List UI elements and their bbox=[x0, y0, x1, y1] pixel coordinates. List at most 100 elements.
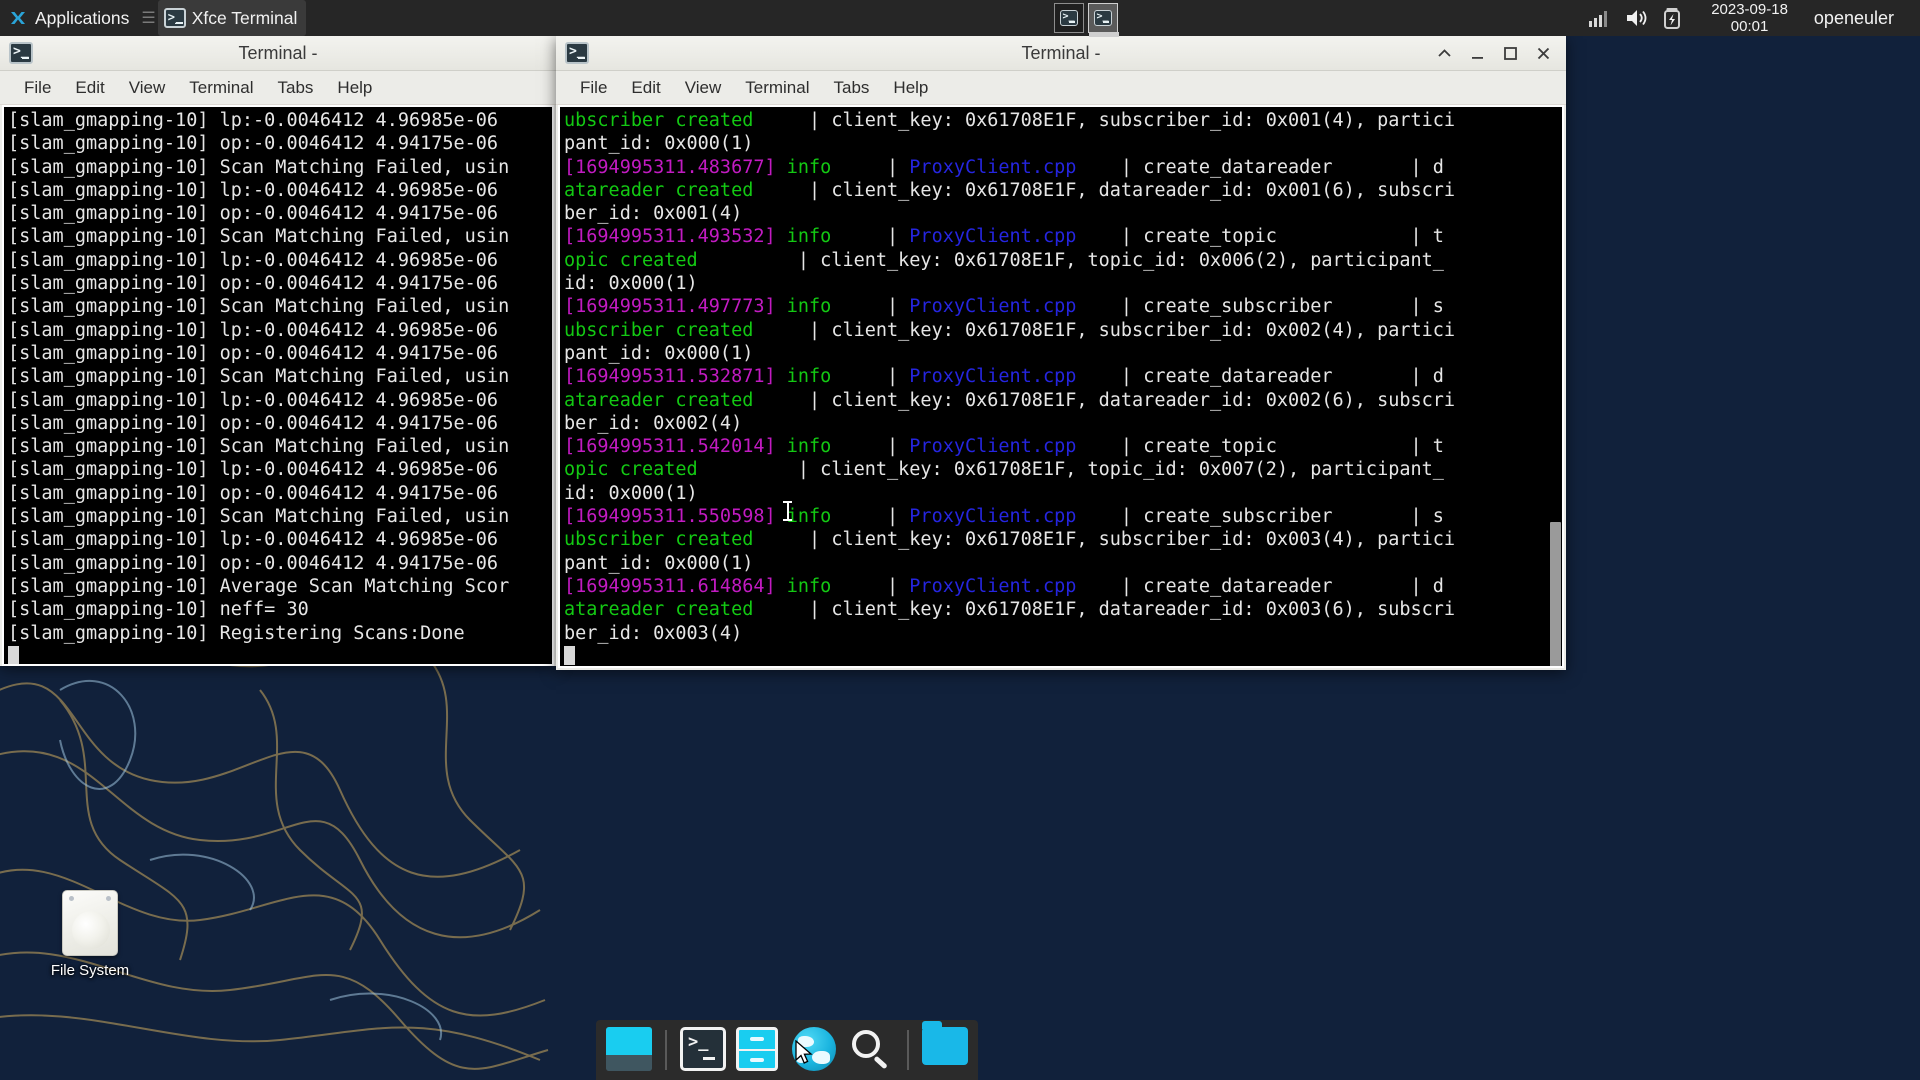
clock-time: 00:01 bbox=[1730, 18, 1769, 35]
xfce-logo-icon bbox=[8, 8, 28, 28]
terminal-line: pant_id: 0x000(1) bbox=[564, 133, 754, 155]
menu-edit[interactable]: Edit bbox=[63, 76, 116, 100]
terminal-line: ber_id: 0x001(4) bbox=[564, 203, 743, 225]
terminal-line: ubscriber created | client_key: 0x61708E… bbox=[564, 319, 1456, 341]
terminal-line: ber_id: 0x003(4) bbox=[564, 622, 743, 644]
dock-divider-2 bbox=[907, 1030, 909, 1070]
top-panel: Applications ☰ >_ Xfce Terminal 2023-09-… bbox=[0, 0, 1920, 37]
terminal-line: opic created | client_key: 0x61708E1F, t… bbox=[564, 249, 1444, 271]
close-icon[interactable] bbox=[1535, 45, 1552, 62]
menu-terminal[interactable]: Terminal bbox=[733, 76, 821, 100]
terminal-line: [slam_gmapping-10] op:-0.0046412 4.94175… bbox=[8, 552, 499, 574]
file-system-icon bbox=[62, 890, 118, 956]
task-terminal-2[interactable]: >_ bbox=[1088, 3, 1119, 37]
window-icon bbox=[606, 1027, 652, 1071]
dock-item-file-manager[interactable] bbox=[736, 1027, 782, 1073]
menu-tabs[interactable]: Tabs bbox=[266, 76, 326, 100]
terminal-icon: >_ bbox=[565, 42, 589, 64]
menu-file[interactable]: File bbox=[12, 76, 63, 100]
terminal-line: id: 0x000(1) bbox=[564, 482, 698, 504]
terminal-line: [slam_gmapping-10] lp:-0.0046412 4.96985… bbox=[8, 249, 499, 271]
terminal-window-left[interactable]: >_ Terminal - File Edit View Terminal Ta… bbox=[0, 36, 556, 666]
terminal-line: [slam_gmapping-10] lp:-0.0046412 4.96985… bbox=[8, 110, 499, 131]
terminal-line: [slam_gmapping-10] lp:-0.0046412 4.96985… bbox=[8, 459, 499, 481]
terminal-icon: >_ bbox=[9, 42, 33, 64]
terminal-scrollbar[interactable] bbox=[1549, 107, 1562, 666]
scrollbar-thumb[interactable] bbox=[1550, 522, 1561, 666]
terminal-line: [slam_gmapping-10] lp:-0.0046412 4.96985… bbox=[8, 179, 499, 201]
dock-divider bbox=[665, 1030, 667, 1070]
menu-file[interactable]: File bbox=[568, 76, 619, 100]
terminal-line: [1694995311.497773] info | ProxyClient.c… bbox=[564, 296, 1444, 318]
terminal-icon: >_ bbox=[1094, 10, 1112, 26]
task-terminal-1[interactable]: >_ bbox=[1054, 3, 1084, 33]
terminal-icon: >_ bbox=[680, 1027, 726, 1071]
mouse-pointer bbox=[795, 1039, 813, 1066]
menu-tabs[interactable]: Tabs bbox=[822, 76, 882, 100]
right-window-menubar: File Edit View Terminal Tabs Help bbox=[556, 71, 1566, 105]
terminal-line: [slam_gmapping-10] op:-0.0046412 4.94175… bbox=[8, 273, 499, 295]
terminal-line: pant_id: 0x000(1) bbox=[564, 342, 754, 364]
terminal-line: [1694995311.532871] info | ProxyClient.c… bbox=[564, 366, 1444, 388]
terminal-icon: >_ bbox=[1060, 10, 1078, 26]
network-signal-icon[interactable] bbox=[1587, 7, 1609, 29]
system-tray: 2023-09-18 00:01 openeuler bbox=[1587, 1, 1920, 35]
clock-date: 2023-09-18 bbox=[1711, 1, 1788, 18]
terminal-line: atareader created | client_key: 0x61708E… bbox=[564, 179, 1456, 201]
menu-view[interactable]: View bbox=[673, 76, 734, 100]
desktop-icon-file-system[interactable]: File System bbox=[40, 890, 140, 979]
battery-icon[interactable] bbox=[1663, 7, 1685, 29]
terminal-line: [slam_gmapping-10] op:-0.0046412 4.94175… bbox=[8, 133, 499, 155]
terminal-line: pant_id: 0x000(1) bbox=[564, 552, 754, 574]
window-button-xfce-terminal[interactable]: >_ Xfce Terminal bbox=[157, 0, 307, 36]
left-terminal-output[interactable]: [slam_gmapping-10] lp:-0.0046412 4.96985… bbox=[2, 105, 554, 666]
terminal-window-right[interactable]: >_ Terminal - File Edit View Terminal Ta… bbox=[556, 36, 1566, 670]
terminal-line: [slam_gmapping-10] op:-0.0046412 4.94175… bbox=[8, 203, 499, 225]
window-button-label: Xfce Terminal bbox=[191, 7, 298, 28]
right-window-controls bbox=[1436, 45, 1566, 62]
terminal-line: [slam_gmapping-10] Scan Matching Failed,… bbox=[8, 296, 510, 318]
terminal-line: [1694995311.614864] info | ProxyClient.c… bbox=[564, 575, 1444, 597]
dock-item-terminal[interactable]: >_ bbox=[680, 1027, 726, 1073]
tasklist: >_ >_ bbox=[1050, 0, 1122, 37]
terminal-line: [slam_gmapping-10] op:-0.0046412 4.94175… bbox=[8, 342, 499, 364]
terminal-line: [slam_gmapping-10] op:-0.0046412 4.94175… bbox=[8, 412, 499, 434]
terminal-line: ubscriber created | client_key: 0x61708E… bbox=[564, 529, 1456, 551]
maximize-icon[interactable] bbox=[1502, 45, 1519, 62]
terminal-line: ubscriber created | client_key: 0x61708E… bbox=[564, 110, 1456, 131]
user-name[interactable]: openeuler bbox=[1814, 8, 1906, 29]
right-terminal-output[interactable]: ubscriber created | client_key: 0x61708E… bbox=[558, 105, 1564, 668]
terminal-cursor bbox=[8, 645, 552, 664]
terminal-line: [slam_gmapping-10] Scan Matching Failed,… bbox=[8, 156, 510, 178]
terminal-line: [slam_gmapping-10] op:-0.0046412 4.94175… bbox=[8, 482, 499, 504]
chevron-up-icon[interactable] bbox=[1436, 45, 1453, 62]
terminal-line: [slam_gmapping-10] Scan Matching Failed,… bbox=[8, 226, 510, 248]
left-window-titlebar[interactable]: >_ Terminal - bbox=[0, 36, 556, 71]
terminal-line: [slam_gmapping-10] Scan Matching Failed,… bbox=[8, 506, 510, 528]
minimize-icon[interactable] bbox=[1469, 45, 1486, 62]
clock[interactable]: 2023-09-18 00:01 bbox=[1701, 1, 1798, 35]
menu-help[interactable]: Help bbox=[881, 76, 940, 100]
terminal-line: atareader created | client_key: 0x61708E… bbox=[564, 389, 1456, 411]
dock-item-search[interactable] bbox=[848, 1027, 894, 1073]
terminal-line: [1694995311.550598] info | ProxyClient.c… bbox=[564, 506, 1444, 528]
left-window-menubar: File Edit View Terminal Tabs Help bbox=[0, 71, 556, 105]
menu-terminal[interactable]: Terminal bbox=[177, 76, 265, 100]
right-window-titlebar[interactable]: >_ Terminal - bbox=[556, 36, 1566, 71]
terminal-line: [1694995311.493532] info | ProxyClient.c… bbox=[564, 226, 1444, 248]
menu-edit[interactable]: Edit bbox=[619, 76, 672, 100]
applications-label: Applications bbox=[35, 7, 130, 28]
menu-view[interactable]: View bbox=[117, 76, 178, 100]
terminal-line: [slam_gmapping-10] lp:-0.0046412 4.96985… bbox=[8, 529, 499, 551]
cabinet-icon bbox=[736, 1027, 778, 1071]
menu-help[interactable]: Help bbox=[325, 76, 384, 100]
left-terminal-lines: [slam_gmapping-10] lp:-0.0046412 4.96985… bbox=[4, 107, 552, 664]
task-active-indicator bbox=[1089, 32, 1119, 37]
right-terminal-lines: ubscriber created | client_key: 0x61708E… bbox=[560, 107, 1562, 666]
volume-icon[interactable] bbox=[1625, 7, 1647, 29]
dock-item-files[interactable] bbox=[922, 1021, 968, 1073]
terminal-line: [slam_gmapping-10] Average Scan Matching… bbox=[8, 575, 510, 597]
applications-menu-button[interactable]: Applications bbox=[0, 0, 139, 36]
dock-item-window-manager[interactable] bbox=[606, 1027, 652, 1073]
terminal-line: id: 0x000(1) bbox=[564, 273, 698, 295]
